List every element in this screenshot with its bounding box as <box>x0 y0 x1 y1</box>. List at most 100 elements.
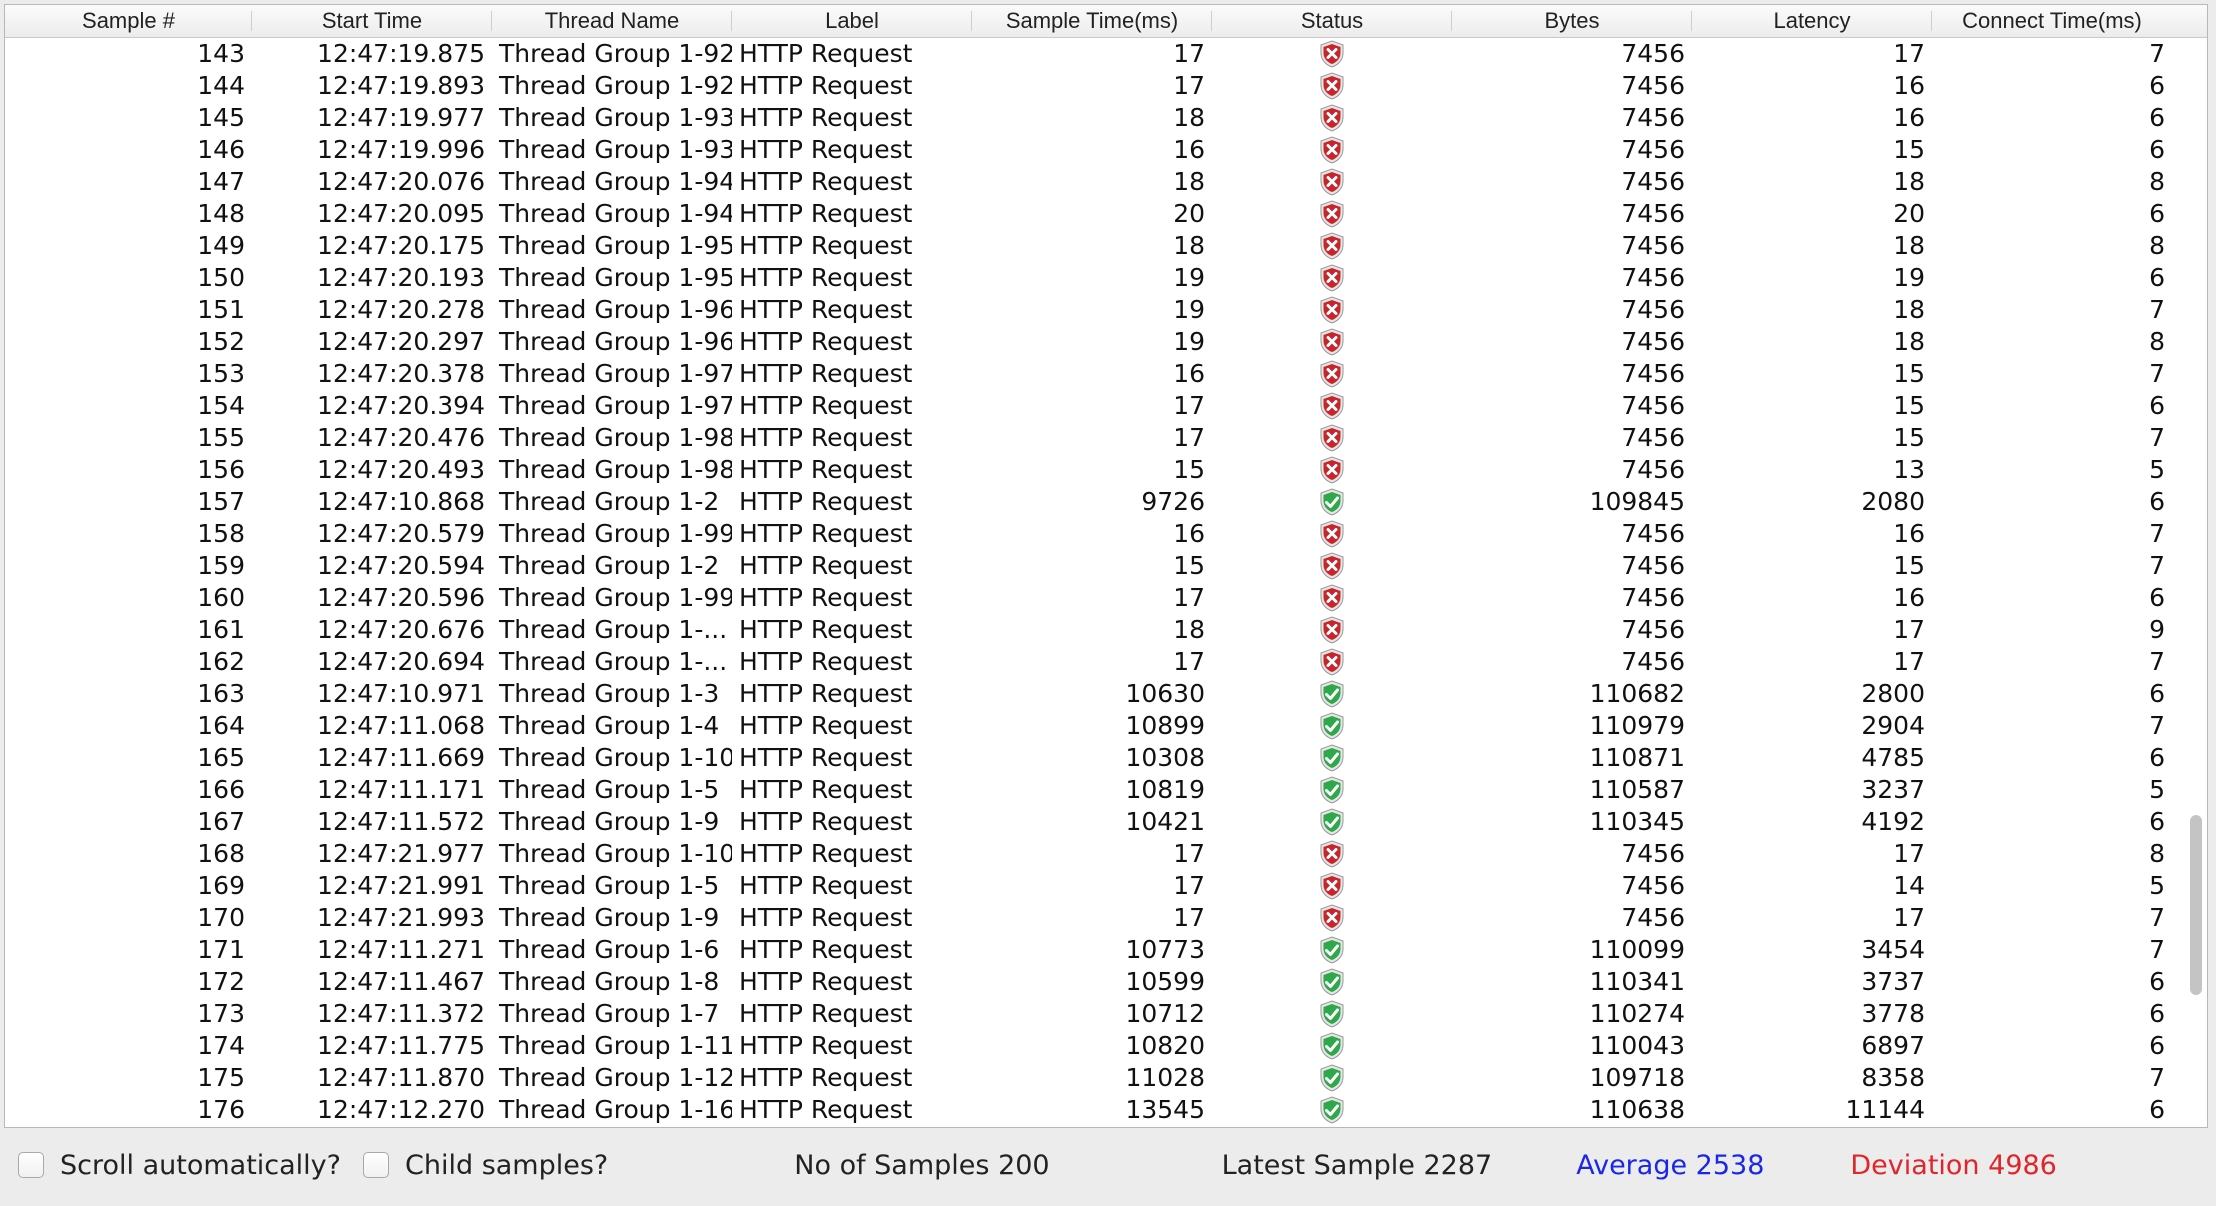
vertical-scrollbar[interactable] <box>2189 45 2205 1123</box>
table-row[interactable]: 148 12:47:20.095 Thread Group 1-94 HTTP Req… <box>5 198 2207 230</box>
table-row[interactable]: 162 12:47:20.694 Thread Group 1-... HTTP Re… <box>5 646 2207 678</box>
table-row[interactable]: 147 12:47:20.076 Thread Group 1-94 HTTP Req… <box>5 166 2207 198</box>
cell-start-time: 12:47:20.596 <box>317 583 485 612</box>
table-row[interactable]: 155 12:47:20.476 Thread Group 1-98 HTTP Req… <box>5 422 2207 454</box>
column-header-sample-time[interactable]: Sample Time(ms) <box>972 5 1212 37</box>
column-header-status[interactable]: Status <box>1212 5 1452 37</box>
cell-sample-time: 18 <box>1173 167 1205 196</box>
cell-connect-time: 8 <box>2149 839 2165 868</box>
green-shield-check-icon <box>1320 968 1344 996</box>
column-header-sample[interactable]: Sample # <box>5 5 252 37</box>
average-value: 2538 <box>1695 1149 1765 1181</box>
table-row[interactable]: 150 12:47:20.193 Thread Group 1-95 HTTP Req… <box>5 262 2207 294</box>
cell-start-time: 12:47:20.095 <box>317 199 485 228</box>
table-row[interactable]: 173 12:47:11.372 Thread Group 1-7 HTTP Requ… <box>5 998 2207 1030</box>
table-row[interactable]: 145 12:47:19.977 Thread Group 1-93 HTTP Req… <box>5 102 2207 134</box>
table-row[interactable]: 156 12:47:20.493 Thread Group 1-98 HTTP Req… <box>5 454 2207 486</box>
table-row[interactable]: 160 12:47:20.596 Thread Group 1-99 HTTP Req… <box>5 582 2207 614</box>
table-row[interactable]: 153 12:47:20.378 Thread Group 1-97 HTTP Req… <box>5 358 2207 390</box>
cell-label: HTTP Request <box>739 519 913 548</box>
table-row[interactable]: 166 12:47:11.171 Thread Group 1-5 HTTP Requ… <box>5 774 2207 806</box>
table-row[interactable]: 161 12:47:20.676 Thread Group 1-... HTTP Re… <box>5 614 2207 646</box>
cell-sample-time: 17 <box>1173 583 1205 612</box>
green-shield-check-icon <box>1320 1064 1344 1092</box>
scroll-automatically-checkbox[interactable] <box>18 1152 44 1178</box>
scroll-thumb[interactable] <box>2190 815 2202 995</box>
table-row[interactable]: 171 12:47:11.271 Thread Group 1-6 HTTP Requ… <box>5 934 2207 966</box>
cell-start-time: 12:47:20.175 <box>317 231 485 260</box>
cell-bytes: 7456 <box>1621 295 1685 324</box>
table-row[interactable]: 163 12:47:10.971 Thread Group 1-3 HTTP Requ… <box>5 678 2207 710</box>
cell-sample: 156 <box>197 455 245 484</box>
cell-start-time: 12:47:12.270 <box>317 1095 485 1124</box>
cell-start-time: 12:47:21.991 <box>317 871 485 900</box>
cell-connect-time: 5 <box>2149 871 2165 900</box>
column-header-start-time[interactable]: Start Time <box>252 5 492 37</box>
table-row[interactable]: 144 12:47:19.893 Thread Group 1-92 HTTP Req… <box>5 70 2207 102</box>
cell-sample: 144 <box>197 71 245 100</box>
table-row[interactable]: 169 12:47:21.991 Thread Group 1-5 HTTP Requ… <box>5 870 2207 902</box>
column-header-label[interactable]: Label <box>732 5 972 37</box>
cell-thread-name: Thread Group 1-99 <box>499 583 732 612</box>
table-row[interactable]: 167 12:47:11.572 Thread Group 1-9 HTTP Requ… <box>5 806 2207 838</box>
cell-sample: 155 <box>197 423 245 452</box>
cell-latency: 4785 <box>1861 743 1925 772</box>
child-samples-checkbox[interactable] <box>363 1152 389 1178</box>
column-header-thread-name[interactable]: Thread Name <box>492 5 732 37</box>
table-row[interactable]: 151 12:47:20.278 Thread Group 1-96 HTTP Req… <box>5 294 2207 326</box>
cell-sample-time: 17 <box>1173 647 1205 676</box>
cell-thread-name: Thread Group 1-94 <box>499 167 732 196</box>
cell-bytes: 110341 <box>1589 967 1685 996</box>
cell-thread-name: Thread Group 1-16 <box>499 1095 732 1124</box>
cell-sample-time: 10308 <box>1125 743 1205 772</box>
table-row[interactable]: 158 12:47:20.579 Thread Group 1-99 HTTP Req… <box>5 518 2207 550</box>
red-shield-x-icon <box>1320 264 1344 292</box>
cell-sample: 146 <box>197 135 245 164</box>
cell-sample-time: 10421 <box>1125 807 1205 836</box>
table-row[interactable]: 165 12:47:11.669 Thread Group 1-10 HTTP Req… <box>5 742 2207 774</box>
table-row[interactable]: 143 12:47:19.875 Thread Group 1-92 HTTP Req… <box>5 38 2207 70</box>
table-row[interactable]: 176 12:47:12.270 Thread Group 1-16 HTTP Req… <box>5 1094 2207 1126</box>
cell-sample-time: 18 <box>1173 615 1205 644</box>
table-row[interactable]: 164 12:47:11.068 Thread Group 1-4 HTTP Requ… <box>5 710 2207 742</box>
cell-connect-time: 8 <box>2149 327 2165 356</box>
results-table: Sample # Start Time Thread Name Label Sa… <box>4 4 2208 1128</box>
column-header-bytes[interactable]: Bytes <box>1452 5 1692 37</box>
table-row[interactable]: 159 12:47:20.594 Thread Group 1-2 HTTP Requ… <box>5 550 2207 582</box>
cell-latency: 4192 <box>1861 807 1925 836</box>
table-row[interactable]: 175 12:47:11.870 Thread Group 1-12 HTTP Req… <box>5 1062 2207 1094</box>
cell-thread-name: Thread Group 1-11 <box>499 1031 732 1060</box>
cell-sample: 157 <box>197 487 245 516</box>
cell-label: HTTP Request <box>739 103 913 132</box>
table-row[interactable]: 174 12:47:11.775 Thread Group 1-11 HTTP Req… <box>5 1030 2207 1062</box>
latest-sample-label: Latest Sample <box>1221 1149 1415 1181</box>
cell-bytes: 110345 <box>1589 807 1685 836</box>
green-shield-check-icon <box>1320 744 1344 772</box>
cell-start-time: 12:47:20.694 <box>317 647 485 676</box>
table-row[interactable]: 152 12:47:20.297 Thread Group 1-96 HTTP Req… <box>5 326 2207 358</box>
cell-label: HTTP Request <box>739 359 913 388</box>
table-row[interactable]: 170 12:47:21.993 Thread Group 1-9 HTTP Requ… <box>5 902 2207 934</box>
table-row[interactable]: 149 12:47:20.175 Thread Group 1-95 HTTP Req… <box>5 230 2207 262</box>
cell-latency: 18 <box>1893 231 1925 260</box>
cell-sample: 153 <box>197 359 245 388</box>
cell-status <box>1212 934 1452 966</box>
table-row[interactable]: 157 12:47:10.868 Thread Group 1-2 HTTP Requ… <box>5 486 2207 518</box>
column-header-connect-time[interactable]: Connect Time(ms) <box>1932 5 2172 37</box>
cell-connect-time: 7 <box>2149 711 2165 740</box>
red-shield-x-icon <box>1320 584 1344 612</box>
table-row[interactable]: 168 12:47:21.977 Thread Group 1-10 HTTP Req… <box>5 838 2207 870</box>
cell-bytes: 110587 <box>1589 775 1685 804</box>
table-row[interactable]: 146 12:47:19.996 Thread Group 1-93 HTTP Req… <box>5 134 2207 166</box>
table-row[interactable]: 154 12:47:20.394 Thread Group 1-97 HTTP Req… <box>5 390 2207 422</box>
red-shield-x-icon <box>1320 232 1344 260</box>
cell-sample: 170 <box>197 903 245 932</box>
cell-connect-time: 6 <box>2149 199 2165 228</box>
cell-bytes: 109845 <box>1589 487 1685 516</box>
cell-latency: 18 <box>1893 327 1925 356</box>
cell-bytes: 7456 <box>1621 871 1685 900</box>
cell-sample: 159 <box>197 551 245 580</box>
column-header-latency[interactable]: Latency <box>1692 5 1932 37</box>
table-row[interactable]: 172 12:47:11.467 Thread Group 1-8 HTTP Requ… <box>5 966 2207 998</box>
cell-label: HTTP Request <box>739 903 913 932</box>
